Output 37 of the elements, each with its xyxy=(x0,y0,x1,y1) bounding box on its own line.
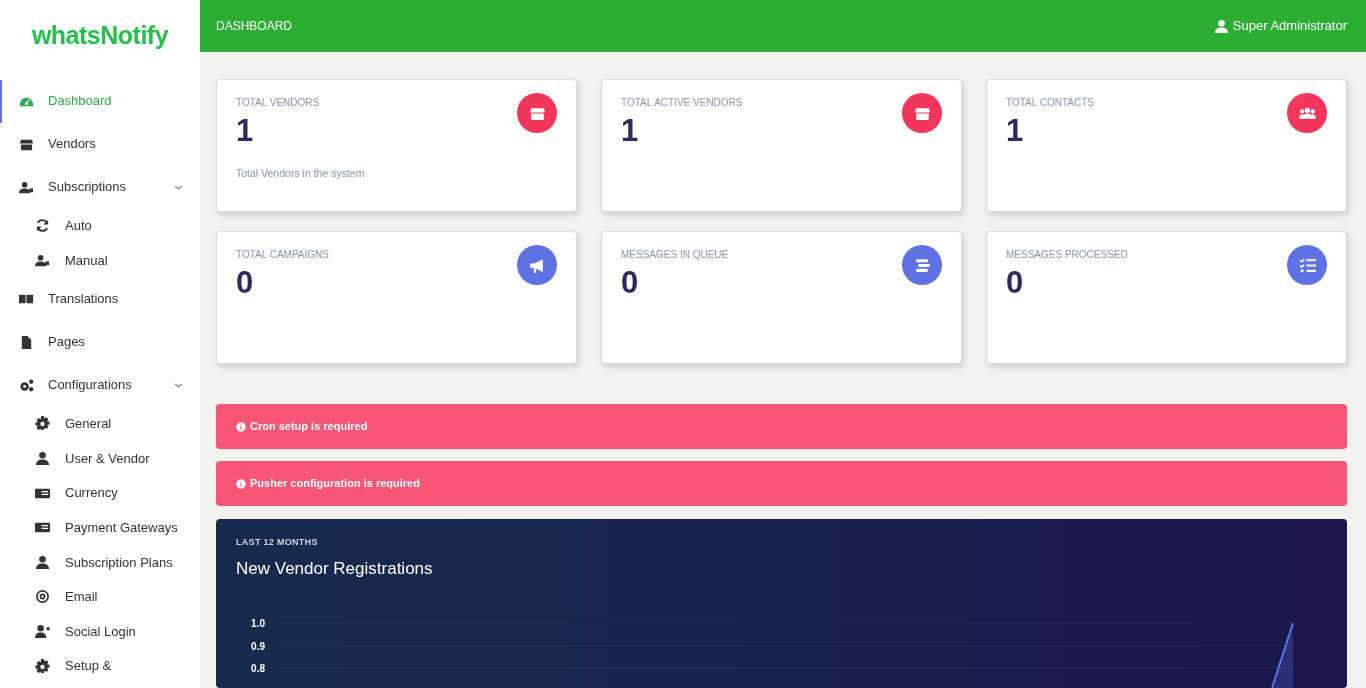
page-title: DASHBOARD xyxy=(216,18,292,35)
stat-label: TOTAL CAMPAIGNS xyxy=(236,248,329,262)
chart-title: New Vendor Registrations xyxy=(236,557,434,580)
sidebar-item[interactable]: Auto xyxy=(0,208,200,244)
axis-tick-label: 0.8 xyxy=(251,663,265,674)
sidebar-item[interactable]: User & Vendor xyxy=(0,441,200,476)
stat-note: Total Vendors in the system xyxy=(236,166,366,182)
sidebar-item[interactable]: Social Login xyxy=(0,614,200,649)
sidebar-item[interactable]: Payment Gateways xyxy=(0,510,200,546)
stat-label: TOTAL ACTIVE VENDORS xyxy=(621,96,743,110)
stat-value: 1 xyxy=(236,112,254,150)
stat-value: 0 xyxy=(236,264,254,302)
logo: whatsNotify xyxy=(30,20,170,51)
stat-label: MESSAGES PROCESSED xyxy=(1006,248,1128,262)
sidebar-item[interactable]: Email xyxy=(0,579,200,615)
sidebar-item[interactable]: Manual xyxy=(0,243,200,278)
stat-value: 1 xyxy=(621,112,639,150)
stat-value: 0 xyxy=(621,264,639,302)
axis-tick-label: 1.0 xyxy=(251,618,265,629)
stat-value: 1 xyxy=(1006,112,1024,150)
sidebar-item[interactable]: General xyxy=(0,406,200,442)
alert-text: Cron setup is required xyxy=(250,419,368,435)
sidebar-item[interactable]: Setup & xyxy=(0,648,200,684)
sidebar-item[interactable]: Configurations xyxy=(0,363,200,407)
axis-tick-label: 0.9 xyxy=(251,640,265,652)
sidebar-item[interactable]: Subscription Plans xyxy=(0,545,200,580)
stat-label: MESSAGES IN QUEUE xyxy=(621,248,729,262)
sidebar-item[interactable]: Subscriptions xyxy=(0,165,200,209)
chart-overline: LAST 12 MONTHS xyxy=(236,536,319,549)
stat-label: TOTAL CONTACTS xyxy=(1006,96,1094,110)
sidebar-item[interactable]: Vendors xyxy=(0,122,200,166)
sidebar-item[interactable]: Currency xyxy=(0,475,200,511)
sidebar-item[interactable]: Pages xyxy=(0,320,200,364)
stat-value: 0 xyxy=(1006,264,1024,302)
alert-text: Pusher configuration is required xyxy=(250,476,420,492)
stat-label: TOTAL VENDORS xyxy=(236,96,320,110)
sidebar-item[interactable]: Translations xyxy=(0,277,200,321)
